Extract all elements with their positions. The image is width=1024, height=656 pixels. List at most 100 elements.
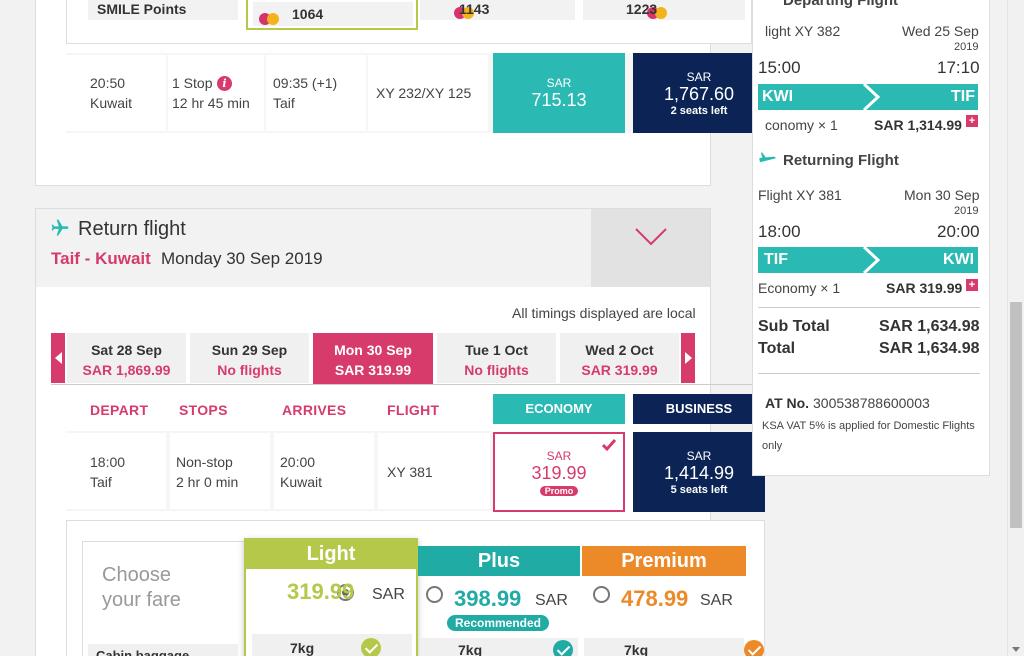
ret-time: 18:00 (758, 222, 801, 241)
col-flight: FLIGHT (387, 402, 440, 418)
dep-year: 2019 (954, 41, 979, 53)
economy-fare-button[interactable]: SAR 715.13 (493, 53, 625, 133)
dep-class: conomy × 1 (765, 117, 838, 133)
scroll-down-arrow[interactable] (1012, 647, 1020, 652)
fare-plus-price: 398.99 (454, 586, 522, 611)
economy-price: 319.99 (531, 462, 587, 483)
vat-note: KSA VAT 5% is applied for Domestic Fligh… (762, 420, 975, 452)
check-circle-icon (360, 638, 381, 656)
dep-time: 15:00 (758, 58, 801, 77)
check-circle-icon (553, 640, 574, 656)
expand-plus-icon[interactable]: + (966, 279, 978, 291)
col-stops: STOPS (179, 402, 228, 418)
arrive-time: 09:35 (+1) (273, 75, 338, 91)
arrive-time: 20:00 (280, 454, 316, 470)
fare-light-header: Light (245, 539, 417, 569)
col-arrives: ARRIVES (282, 402, 347, 418)
ret-arr-time: 20:00 (937, 222, 980, 241)
seats-left: 5 seats left (670, 483, 728, 496)
col-business: BUSINESS (633, 394, 765, 424)
date-tab-sat-28[interactable]: Sat 28 Sep SAR 1,869.99 (67, 333, 186, 383)
promo-badge: Promo (539, 485, 579, 496)
business-fare-button[interactable]: SAR 1,414.99 5 seats left (633, 432, 765, 512)
depart-time: 20:50 (90, 75, 126, 91)
arrive-city: Kuwait (280, 474, 323, 490)
duration: 2 hr 0 min (176, 474, 239, 490)
points-plus: 1143 (459, 1, 490, 17)
fare-premium-currency: SAR (700, 592, 733, 609)
date-tab-sun-29[interactable]: Sun 29 Sep No flights (190, 333, 309, 383)
points-premium: 1223 (626, 1, 658, 17)
ret-from: TIF (764, 251, 788, 268)
page-scrollbar[interactable] (1007, 0, 1024, 656)
expand-plus-icon[interactable]: + (966, 115, 978, 127)
timings-note: All timings displayed are local (512, 305, 696, 321)
dep-arr-time: 17:10 (937, 58, 980, 77)
return-route: Taif - Kuwait (51, 249, 151, 268)
date-tab-wed-2[interactable]: Wed 2 Oct SAR 319.99 (560, 333, 679, 383)
dep-date: Wed 25 Sep (902, 23, 979, 39)
currency: SAR (686, 448, 712, 463)
cabin-baggage-label: Cabin baggage (96, 648, 190, 656)
ret-price: SAR 319.99 (886, 280, 963, 296)
returning-title: Returning Flight (783, 152, 899, 169)
route-arrow-icon (862, 84, 881, 110)
business-price: 1,414.99 (663, 462, 735, 483)
fare-premium-radio[interactable] (593, 586, 610, 603)
depart-time: 18:00 (90, 454, 126, 470)
currency: SAR (546, 75, 572, 90)
dep-flight-number: light XY 382 (765, 23, 841, 39)
fare-premium-header[interactable]: Premium (582, 546, 746, 576)
fare-light-currency: SAR (372, 586, 405, 603)
choose-fare-label-1: Choose (102, 564, 171, 586)
next-date-button[interactable] (681, 333, 695, 383)
collapse-toggle[interactable] (591, 209, 710, 287)
return-date: Monday 30 Sep 2019 (161, 249, 323, 268)
seats-left: 2 seats left (670, 104, 728, 117)
stops: Non-stop (176, 454, 233, 470)
ret-flight-number: Flight XY 381 (758, 187, 842, 203)
date-tab-mon-30-selected[interactable]: Mon 30 Sep SAR 319.99 (313, 333, 433, 385)
prev-date-button[interactable] (51, 333, 65, 383)
ret-date: Mon 30 Sep (904, 187, 980, 203)
arrive-city: Taif (273, 95, 295, 111)
duration: 12 hr 45 min (172, 95, 250, 111)
info-icon[interactable]: i (217, 76, 232, 91)
subtotal-value: SAR 1,634.98 (879, 318, 980, 335)
ret-class: Economy × 1 (758, 280, 841, 296)
ret-to: KWI (943, 251, 975, 268)
scroll-thumb[interactable] (1010, 302, 1022, 528)
col-economy: ECONOMY (493, 394, 625, 424)
check-icon (601, 439, 617, 452)
divider (758, 373, 980, 374)
dep-from: KWI (762, 88, 794, 105)
fare-plus-baggage: 7kg (458, 642, 483, 656)
dep-to: TIF (951, 88, 975, 105)
fare-plus-radio[interactable] (426, 586, 443, 603)
check-circle-icon (743, 640, 764, 656)
fare-light-price: 319.99 (287, 579, 355, 604)
dep-price: SAR 1,314.99 (874, 117, 962, 133)
economy-fare-button-selected[interactable]: SAR 319.99 Promo (493, 432, 625, 512)
plane-icon (758, 151, 778, 172)
divider (758, 307, 980, 308)
currency: SAR (686, 69, 712, 84)
fare-plus-header[interactable]: Plus (418, 546, 580, 576)
smile-icon (259, 12, 281, 26)
smile-points-label-text: SMILE Points (97, 1, 187, 17)
business-fare-button[interactable]: SAR 1,767.60 2 seats left (633, 53, 765, 133)
depart-city: Kuwait (90, 95, 133, 111)
date-tab-tue-1[interactable]: Tue 1 Oct No flights (437, 333, 556, 383)
plane-icon (50, 218, 70, 243)
business-price: 1,767.60 (663, 83, 735, 104)
recommended-badge: Recommended (447, 615, 549, 631)
vat-label: AT No. (765, 395, 810, 411)
ret-year: 2019 (954, 205, 979, 217)
fare-premium-price: 478.99 (621, 586, 689, 611)
currency: SAR (546, 448, 572, 463)
fare-plus-currency: SAR (535, 592, 568, 609)
stops: 1 Stop (172, 75, 213, 91)
total-value: SAR 1,634.98 (879, 340, 980, 357)
flight-number: XY 381 (387, 464, 433, 480)
total-label: Total (758, 340, 796, 357)
